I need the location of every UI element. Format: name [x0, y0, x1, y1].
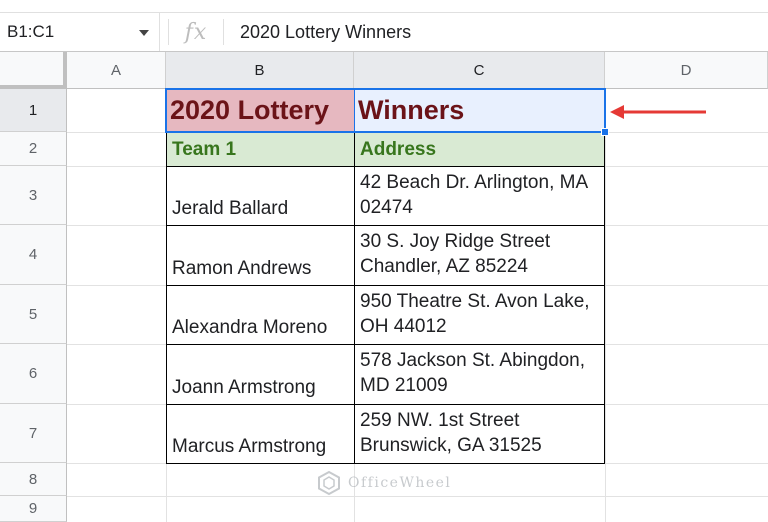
chevron-down-icon[interactable]	[139, 30, 149, 36]
row-header-5[interactable]: 5	[0, 285, 67, 344]
select-all-corner[interactable]	[0, 52, 67, 89]
cell-b3[interactable]: Jerald Ballard	[166, 166, 354, 225]
winner-name: Marcus Armstrong	[172, 436, 327, 457]
fx-icon: fx	[184, 19, 208, 45]
table-border	[166, 344, 605, 345]
column-header-c[interactable]: C	[354, 52, 605, 89]
row-header-8[interactable]: 8	[0, 463, 67, 496]
cell-c4[interactable]: 30 S. Joy Ridge Street Chandler, AZ 8522…	[354, 225, 605, 285]
fill-handle[interactable]	[601, 128, 609, 136]
row-header-1[interactable]: 1	[0, 89, 67, 132]
winner-address: 950 Theatre St. Avon Lake, OH 44012	[360, 291, 590, 337]
watermark-text: OfficeWheel	[348, 475, 452, 491]
winner-address: 259 NW. 1st Street Brunswick, GA 31525	[360, 410, 542, 456]
formula-bar: B1:C1 fx 2020 Lottery Winners	[0, 12, 768, 52]
red-arrow-icon	[610, 105, 706, 119]
winner-name: Joann Armstrong	[172, 377, 316, 398]
row-header-2[interactable]: 2	[0, 132, 67, 166]
table-border	[166, 225, 605, 226]
column-header-d[interactable]: D	[605, 52, 768, 89]
cell-c6[interactable]: 578 Jackson St. Abingdon, MD 21009	[354, 344, 605, 404]
name-box-value: B1:C1	[7, 22, 55, 41]
row-header-6[interactable]: 6	[0, 344, 67, 404]
cell-c5[interactable]: 950 Theatre St. Avon Lake, OH 44012	[354, 285, 605, 344]
winner-name: Alexandra Moreno	[172, 317, 328, 338]
winner-address: 578 Jackson St. Abingdon, MD 21009	[360, 350, 585, 396]
cell-b4[interactable]: Ramon Andrews	[166, 225, 354, 285]
title-lottery: 2020 Lottery	[170, 95, 330, 125]
title-winners: Winners	[358, 95, 465, 125]
row-header-3[interactable]: 3	[0, 166, 67, 225]
cell-c7[interactable]: 259 NW. 1st Street Brunswick, GA 31525	[354, 404, 605, 463]
officewheel-logo-icon	[318, 470, 340, 496]
table-border	[604, 132, 605, 464]
winner-address: 30 S. Joy Ridge Street Chandler, AZ 8522…	[360, 231, 551, 277]
winner-address: 42 Beach Dr. Arlington, MA 02474	[360, 172, 588, 218]
cell-c3[interactable]: 42 Beach Dr. Arlington, MA 02474	[354, 166, 605, 225]
header-team: Team 1	[172, 138, 237, 160]
formula-input[interactable]: 2020 Lottery Winners	[224, 22, 411, 43]
table-border	[166, 285, 605, 286]
winner-name: Ramon Andrews	[172, 258, 312, 279]
cell-b6[interactable]: Joann Armstrong	[166, 344, 354, 404]
cell-b5[interactable]: Alexandra Moreno	[166, 285, 354, 344]
cell-c1[interactable]: Winners	[354, 89, 605, 132]
cell-b1[interactable]: 2020 Lottery	[166, 89, 354, 132]
column-header-b[interactable]: B	[166, 52, 354, 89]
gridline	[67, 496, 768, 497]
cell-c2[interactable]: Address	[354, 132, 605, 166]
cell-b7[interactable]: Marcus Armstrong	[166, 404, 354, 463]
table-border	[354, 132, 355, 464]
table-border	[166, 404, 605, 405]
table-border	[166, 166, 605, 167]
table-border	[166, 463, 605, 464]
watermark: OfficeWheel	[316, 470, 451, 496]
spreadsheet-grid[interactable]: A B C D 1 2 3 4 5 6 7 8 9 Winners 2020 L…	[0, 52, 768, 522]
name-box[interactable]: B1:C1	[0, 13, 160, 51]
winner-name: Jerald Ballard	[172, 198, 289, 219]
header-address: Address	[360, 138, 437, 160]
row-header-4[interactable]: 4	[0, 225, 67, 285]
gridline	[605, 89, 606, 522]
cell-b2[interactable]: Team 1	[166, 132, 354, 166]
selection-divider	[354, 89, 355, 132]
table-border	[166, 132, 167, 464]
column-header-a[interactable]: A	[67, 52, 166, 89]
row-header-9[interactable]: 9	[0, 496, 67, 522]
row-header-7[interactable]: 7	[0, 404, 67, 463]
